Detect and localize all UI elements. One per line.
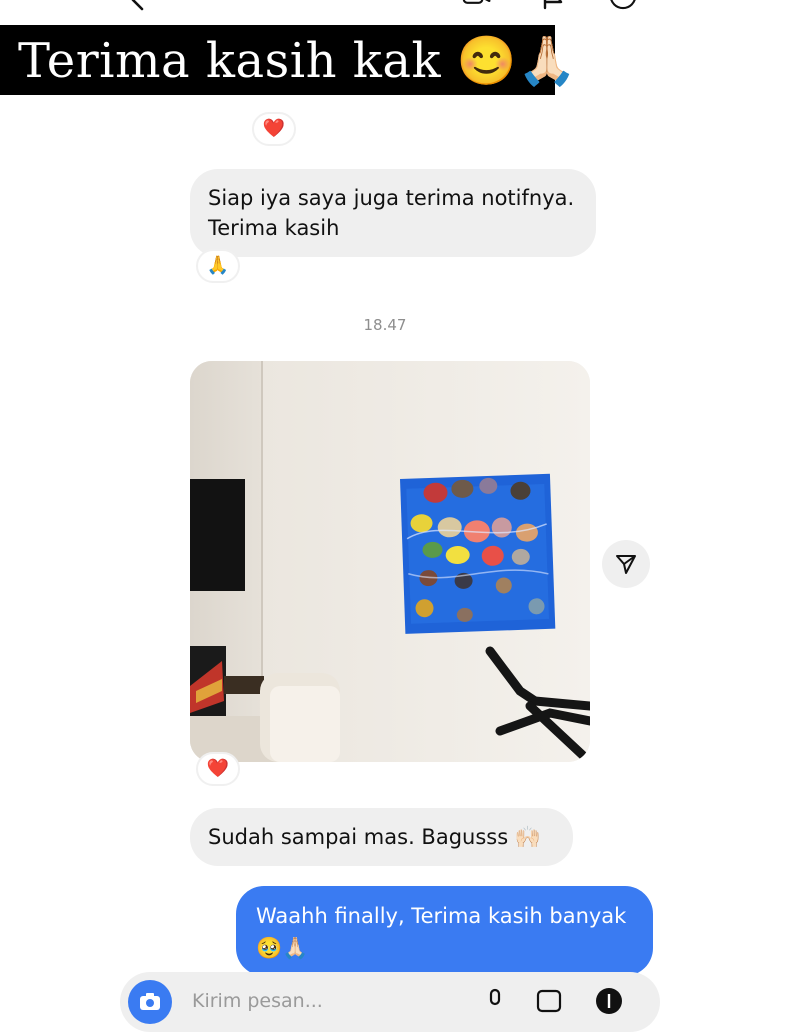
message-line: Siap iya saya juga terima notifnya.	[208, 186, 575, 210]
paper-plane-icon	[616, 555, 636, 574]
heart-reaction[interactable]: ❤️	[196, 752, 240, 786]
plus-circle-icon[interactable]	[594, 986, 624, 1016]
chevron-left-icon[interactable]	[124, 0, 154, 16]
info-icon[interactable]	[608, 0, 638, 16]
message-line: Terima kasih	[208, 216, 340, 240]
caption-text: Terima kasih kak 😊🙏🏻	[18, 32, 578, 89]
video-camera-icon[interactable]	[462, 0, 492, 16]
message-input[interactable]	[190, 988, 454, 1014]
message-composer	[120, 972, 660, 1032]
message-line: Sudah sampai mas. Bagusss 🙌🏻	[208, 825, 541, 849]
microphone-icon[interactable]	[480, 986, 510, 1016]
heart-icon: ❤️	[206, 758, 230, 779]
incoming-message[interactable]: Sudah sampai mas. Bagusss 🙌🏻	[190, 808, 573, 866]
story-caption-banner: Terima kasih kak 😊🙏🏻	[0, 25, 577, 95]
photo-message[interactable]	[190, 361, 590, 762]
camera-button[interactable]	[128, 980, 172, 1024]
incoming-message[interactable]: Siap iya saya juga terima notifnya. Teri…	[190, 169, 596, 257]
chat-header	[0, 0, 800, 20]
pray-reaction[interactable]: 🙏	[196, 249, 240, 283]
message-line: 🥹🙏🏻	[256, 936, 309, 960]
image-icon[interactable]	[534, 986, 564, 1016]
outgoing-message[interactable]: Waahh finally, Terima kasih banyak 🥹🙏🏻	[236, 886, 653, 976]
camera-icon	[140, 993, 160, 1010]
share-button[interactable]	[602, 540, 650, 588]
heart-icon: ❤️	[262, 118, 286, 139]
flag-icon[interactable]	[538, 0, 568, 16]
room-photo	[190, 361, 590, 762]
heart-reaction[interactable]: ❤️	[252, 112, 296, 146]
pray-icon: 🙏	[206, 255, 230, 276]
message-timestamp: 18.47	[363, 316, 407, 334]
message-line: Waahh finally, Terima kasih banyak	[256, 904, 627, 928]
